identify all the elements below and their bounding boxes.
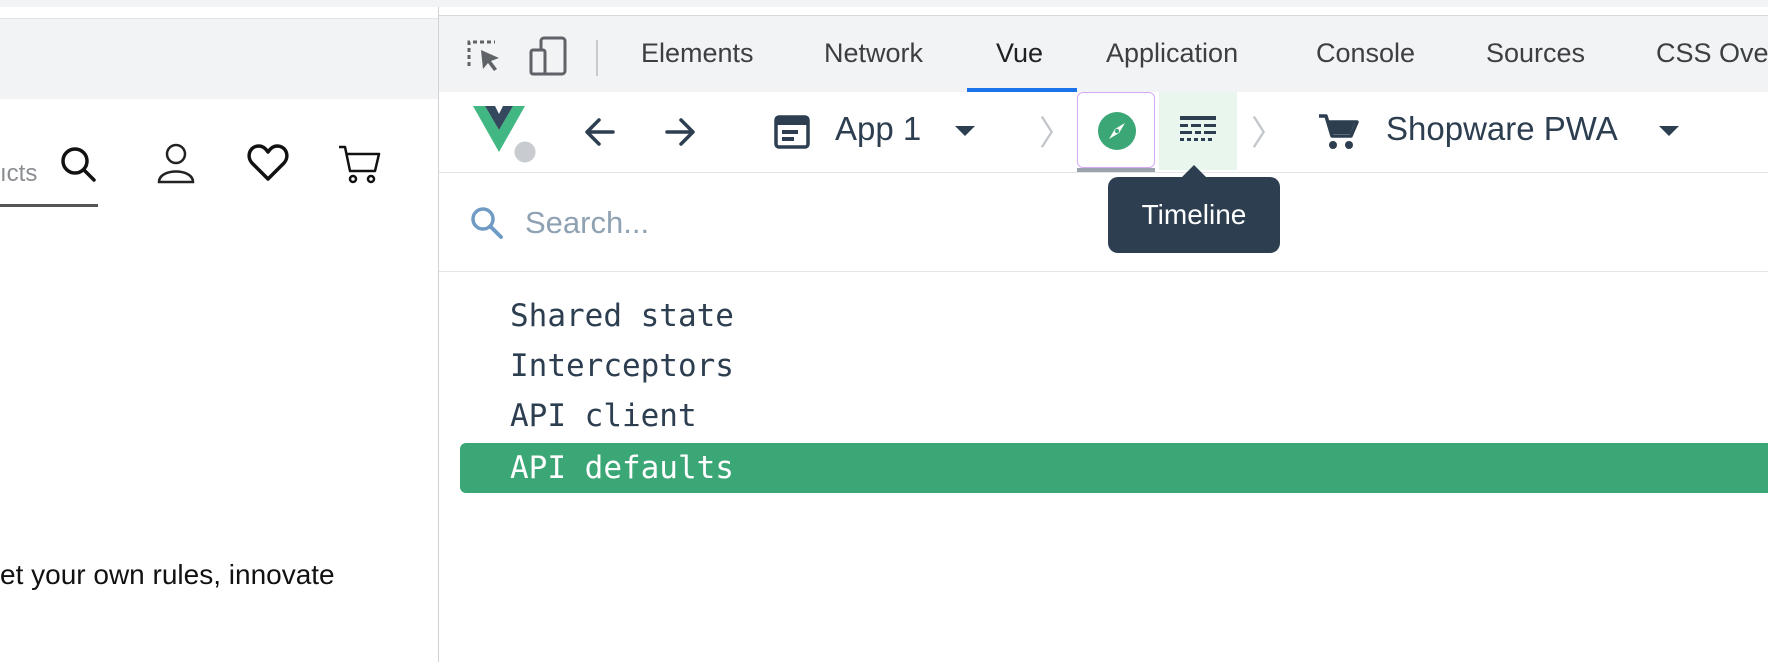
plugin-selector[interactable]: Shopware PWA: [1386, 110, 1618, 148]
search-icon: [471, 207, 503, 239]
devtools-tabbar: Elements Network Vue Application Console…: [439, 15, 1768, 93]
list-item[interactable]: API client: [460, 391, 1768, 441]
back-arrow-icon[interactable]: [581, 113, 619, 151]
timeline-icon: [1180, 116, 1216, 141]
timeline-tooltip: Timeline: [1108, 177, 1280, 253]
search-icon[interactable]: [56, 142, 100, 186]
wishlist-heart-icon[interactable]: [246, 140, 290, 184]
tab-application[interactable]: Application: [1106, 38, 1238, 69]
page-search-underline: [0, 204, 98, 207]
list-item-selected[interactable]: API defaults: [460, 443, 1768, 493]
page-top-bar: [0, 18, 438, 99]
app-selector[interactable]: App 1: [835, 110, 921, 148]
vue-search-row: [439, 173, 1768, 272]
compass-icon: [1098, 112, 1136, 150]
chevron-down-icon[interactable]: [955, 124, 975, 138]
vue-toolbar: App 1 〉 〉 Shopware PWA: [439, 92, 1768, 173]
shopping-cart-icon: [1319, 114, 1359, 149]
tooltip-arrow: [1182, 165, 1206, 177]
breadcrumb-chevron-icon: 〉: [1251, 115, 1285, 153]
chevron-down-icon[interactable]: [1659, 124, 1679, 138]
inspect-element-icon[interactable]: [463, 34, 507, 78]
tab-css-overview[interactable]: CSS Ove: [1656, 38, 1768, 69]
app-window-icon: [774, 115, 810, 149]
vue-search-input[interactable]: [523, 199, 1027, 247]
user-icon[interactable]: [154, 140, 198, 184]
tab-console[interactable]: Console: [1316, 38, 1415, 69]
cart-icon[interactable]: [337, 141, 381, 185]
page-search-input[interactable]: ıcts: [0, 160, 37, 188]
inspected-page: ıcts et your own rules, innovate: [0, 7, 439, 662]
tab-vue[interactable]: Vue: [996, 38, 1043, 69]
browser-top-strip: [0, 0, 1768, 7]
forward-arrow-icon[interactable]: [661, 113, 699, 151]
page-body-text: et your own rules, innovate: [0, 559, 335, 590]
device-toggle-icon[interactable]: [527, 34, 571, 78]
timeline-button[interactable]: [1159, 92, 1237, 170]
tab-sources[interactable]: Sources: [1486, 38, 1585, 69]
tab-separator: [596, 40, 598, 76]
inspector-tab-indicator: [1077, 168, 1155, 172]
vue-logo-icon: [473, 106, 537, 164]
components-inspector-button[interactable]: [1077, 92, 1155, 168]
list-item[interactable]: Shared state: [460, 291, 1768, 341]
tab-elements[interactable]: Elements: [641, 38, 754, 69]
devtools-panel: Elements Network Vue Application Console…: [439, 7, 1768, 662]
list-item[interactable]: Interceptors: [460, 341, 1768, 391]
tab-network[interactable]: Network: [824, 38, 923, 69]
breadcrumb-chevron-icon: 〉: [1039, 115, 1073, 153]
